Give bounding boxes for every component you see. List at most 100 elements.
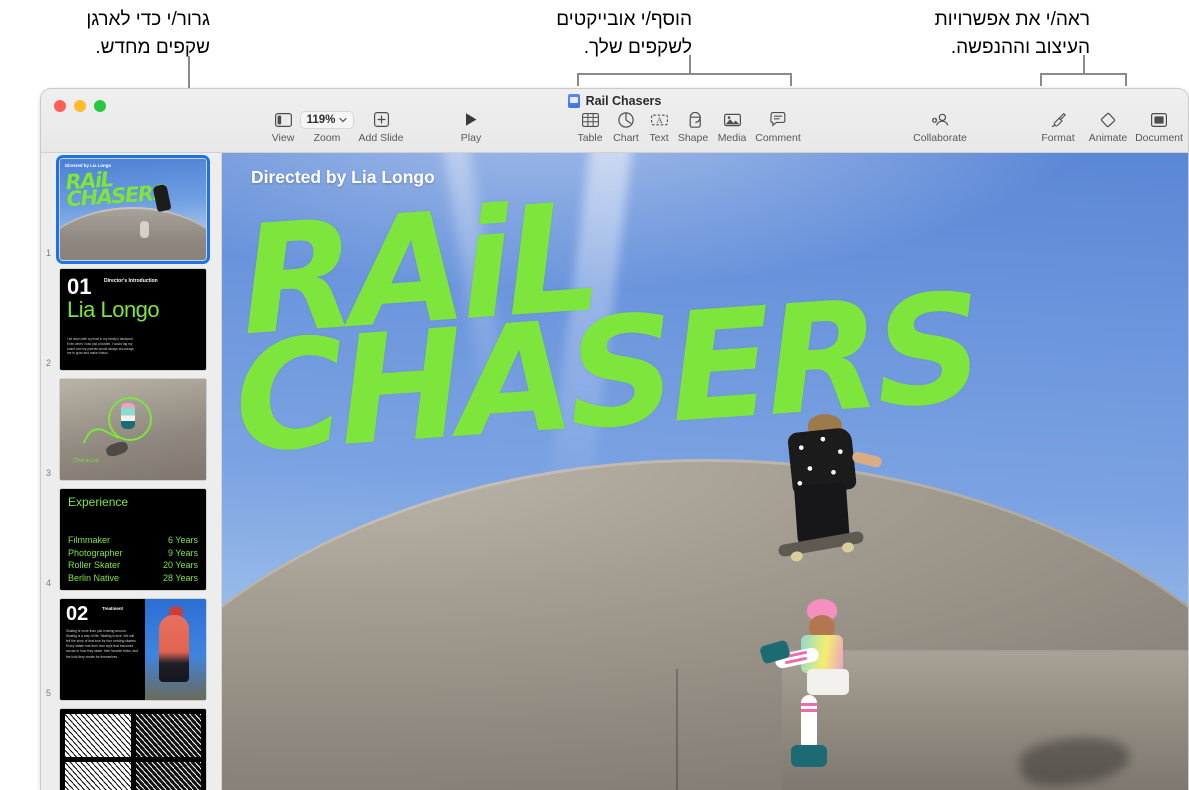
shapes-icon <box>685 109 701 130</box>
slide-thumbnail-5[interactable]: 5 02 Treatment Skating is more than just… <box>41 599 221 700</box>
table-row: Roller Skater 20 Years <box>68 559 198 572</box>
graffiti-artwork[interactable]: RAiL CHASERS <box>229 171 983 487</box>
row-label: Photographer <box>68 547 123 558</box>
slide-thumbnail-3[interactable]: 3 (This is Lia) <box>41 379 221 480</box>
slide-thumbnail-6[interactable]: 6 <box>41 709 221 790</box>
person-add-icon <box>931 109 949 130</box>
keynote-window: Rail Chasers View 119% Zoom Add Slide Pl… <box>40 88 1189 790</box>
toolbar-add-slide-label: Add Slide <box>358 132 404 144</box>
storyboard-cell <box>135 714 201 757</box>
thumbnail-canvas-2[interactable]: 01 Director's Introduction Lia Longo I s… <box>60 269 206 370</box>
toolbar-play-label: Play <box>460 132 482 144</box>
thumb-bowl-rim <box>60 207 206 260</box>
slide-canvas[interactable]: RAiL CHASERS Directed by Lia Longo <box>222 153 1188 790</box>
slide-thumbnail-1[interactable]: 1 Directed by Lia Longo RAiL CHASERS <box>41 155 221 264</box>
slide-number: 4 <box>46 578 52 588</box>
paintbrush-icon <box>1050 109 1066 130</box>
callout-reorder-slides: גרור/י כדי לארגן שקפים מחדש. <box>86 9 210 58</box>
row-value: 9 Years <box>167 547 198 558</box>
diamond-icon <box>1100 109 1117 130</box>
screenshot-root: גרור/י כדי לארגן שקפים מחדש. הוסף/י אובי… <box>0 0 1189 790</box>
zoom-pill[interactable]: 119% <box>299 110 355 129</box>
window-body: 1 Directed by Lia Longo RAiL CHASERS 2 0… <box>41 153 1188 790</box>
thumb5-number: 02 <box>66 603 89 625</box>
toolbar-zoom-label: Zoom <box>313 132 341 144</box>
thumb-skater-sitting <box>140 221 149 238</box>
sock-stripe <box>800 702 817 706</box>
toolbar-view-label: View <box>271 132 295 144</box>
zoom-value-pill: 119% <box>299 109 355 130</box>
graffiti-line-2: CHASERS <box>228 261 983 488</box>
thumb4-heading: Experience <box>68 495 129 509</box>
roller-skater-sitting <box>759 598 873 789</box>
window-titlebar: Rail Chasers View 119% Zoom Add Slide Pl… <box>41 89 1188 153</box>
skater-shorts <box>806 668 849 695</box>
main-toolbar: View 119% Zoom Add Slide Play Table Char… <box>41 109 1188 153</box>
callout-add-objects: הוסף/י אובייקטים לשקפים שלך. <box>556 9 692 58</box>
sidebar-icon <box>274 109 292 130</box>
thumbnail-canvas-1[interactable]: Directed by Lia Longo RAiL CHASERS <box>56 155 210 264</box>
skateboarder-in-air <box>777 414 884 564</box>
toolbar-format-label: Format <box>1041 132 1075 144</box>
comment-bubble-icon <box>770 109 786 130</box>
row-value: 28 Years <box>162 573 198 584</box>
table-row: Berlin Native 28 Years <box>68 572 198 585</box>
slide-thumbnail-4[interactable]: 4 Experience Filmmaker 6 Years Photograp… <box>41 489 221 590</box>
thumb3-caption: (This is Lia) <box>73 458 99 464</box>
bowl-seam <box>676 668 679 790</box>
row-label: Berlin Native <box>68 573 120 584</box>
toolbar-collaborate-button[interactable]: Collaborate <box>885 109 995 144</box>
row-label: Roller Skater <box>68 560 121 571</box>
row-value: 6 Years <box>167 534 198 545</box>
thumb5-right-photo <box>144 599 206 700</box>
slide-thumbnail-2[interactable]: 2 01 Director's Introduction Lia Longo I… <box>41 269 221 370</box>
keynote-document-icon <box>567 94 580 108</box>
slide-navigator[interactable]: 1 Directed by Lia Longo RAiL CHASERS 2 0… <box>41 153 222 790</box>
roller-skate-lower <box>790 744 827 767</box>
toolbar-comment-button[interactable]: Comment <box>746 109 810 144</box>
play-icon <box>464 109 478 130</box>
slide-number: 5 <box>46 688 52 698</box>
toolbar-document-button[interactable]: Document <box>1127 109 1188 144</box>
toolbar-comment-label: Comment <box>755 132 801 144</box>
thumb5-body: Skating is more than just cruising aroun… <box>66 629 139 659</box>
toolbar-collaborate-label: Collaborate <box>913 132 967 144</box>
thumbnail-canvas-4[interactable]: Experience Filmmaker 6 Years Photographe… <box>60 489 206 590</box>
thumb2-number: 01 <box>67 274 92 299</box>
thumb5-kicker: Treatment <box>102 606 123 611</box>
thumbnail-canvas-5[interactable]: 02 Treatment Skating is more than just c… <box>60 599 206 700</box>
slide-number: 2 <box>46 358 52 368</box>
slide-number: 3 <box>46 468 52 478</box>
row-value: 20 Years <box>162 560 198 571</box>
zoom-value: 119% <box>306 113 336 126</box>
table-row: Filmmaker 6 Years <box>68 534 198 547</box>
slide-title-text[interactable]: Directed by Lia Longo <box>251 167 435 188</box>
storyboard-cell <box>135 762 201 790</box>
plus-box-icon <box>373 109 389 130</box>
thumb-graffiti: RAiL CHASERS <box>64 167 167 212</box>
current-slide[interactable]: RAiL CHASERS Directed by Lia Longo <box>222 153 1188 790</box>
thumb2-kicker: Director's Introduction <box>104 278 158 284</box>
chevron-down-icon <box>339 114 347 126</box>
thumbnail-canvas-3[interactable]: (This is Lia) <box>60 379 206 480</box>
table-row: Photographer 9 Years <box>68 547 198 560</box>
toolbar-document-label: Document <box>1135 132 1183 144</box>
toolbar-add-slide-button[interactable]: Add Slide <box>349 109 413 144</box>
toolbar-animate-label: Animate <box>1088 132 1128 144</box>
row-label: Filmmaker <box>68 534 110 545</box>
document-title-group: Rail Chasers <box>41 94 1188 108</box>
storyboard-cell <box>65 762 131 790</box>
thumb4-rows: Filmmaker 6 Years Photographer 9 Years R… <box>68 534 198 585</box>
document-title: Rail Chasers <box>585 94 662 108</box>
thumb5-person <box>159 615 189 682</box>
toolbar-media-label: Media <box>717 132 747 144</box>
photo-icon <box>723 109 741 130</box>
document-icon <box>1151 109 1167 130</box>
thumb2-body: I sit down with a pencil in my family's … <box>67 337 134 356</box>
storyboard-cell <box>65 714 131 757</box>
thumb2-name: Lia Longo <box>67 297 160 322</box>
thumbnail-canvas-6[interactable] <box>60 709 206 790</box>
toolbar-play-button[interactable]: Play <box>439 109 503 144</box>
callout-format-animate: ראה/י את אפשרויות העיצוב וההנפשה. <box>934 9 1090 58</box>
sock-stripe <box>800 708 817 712</box>
